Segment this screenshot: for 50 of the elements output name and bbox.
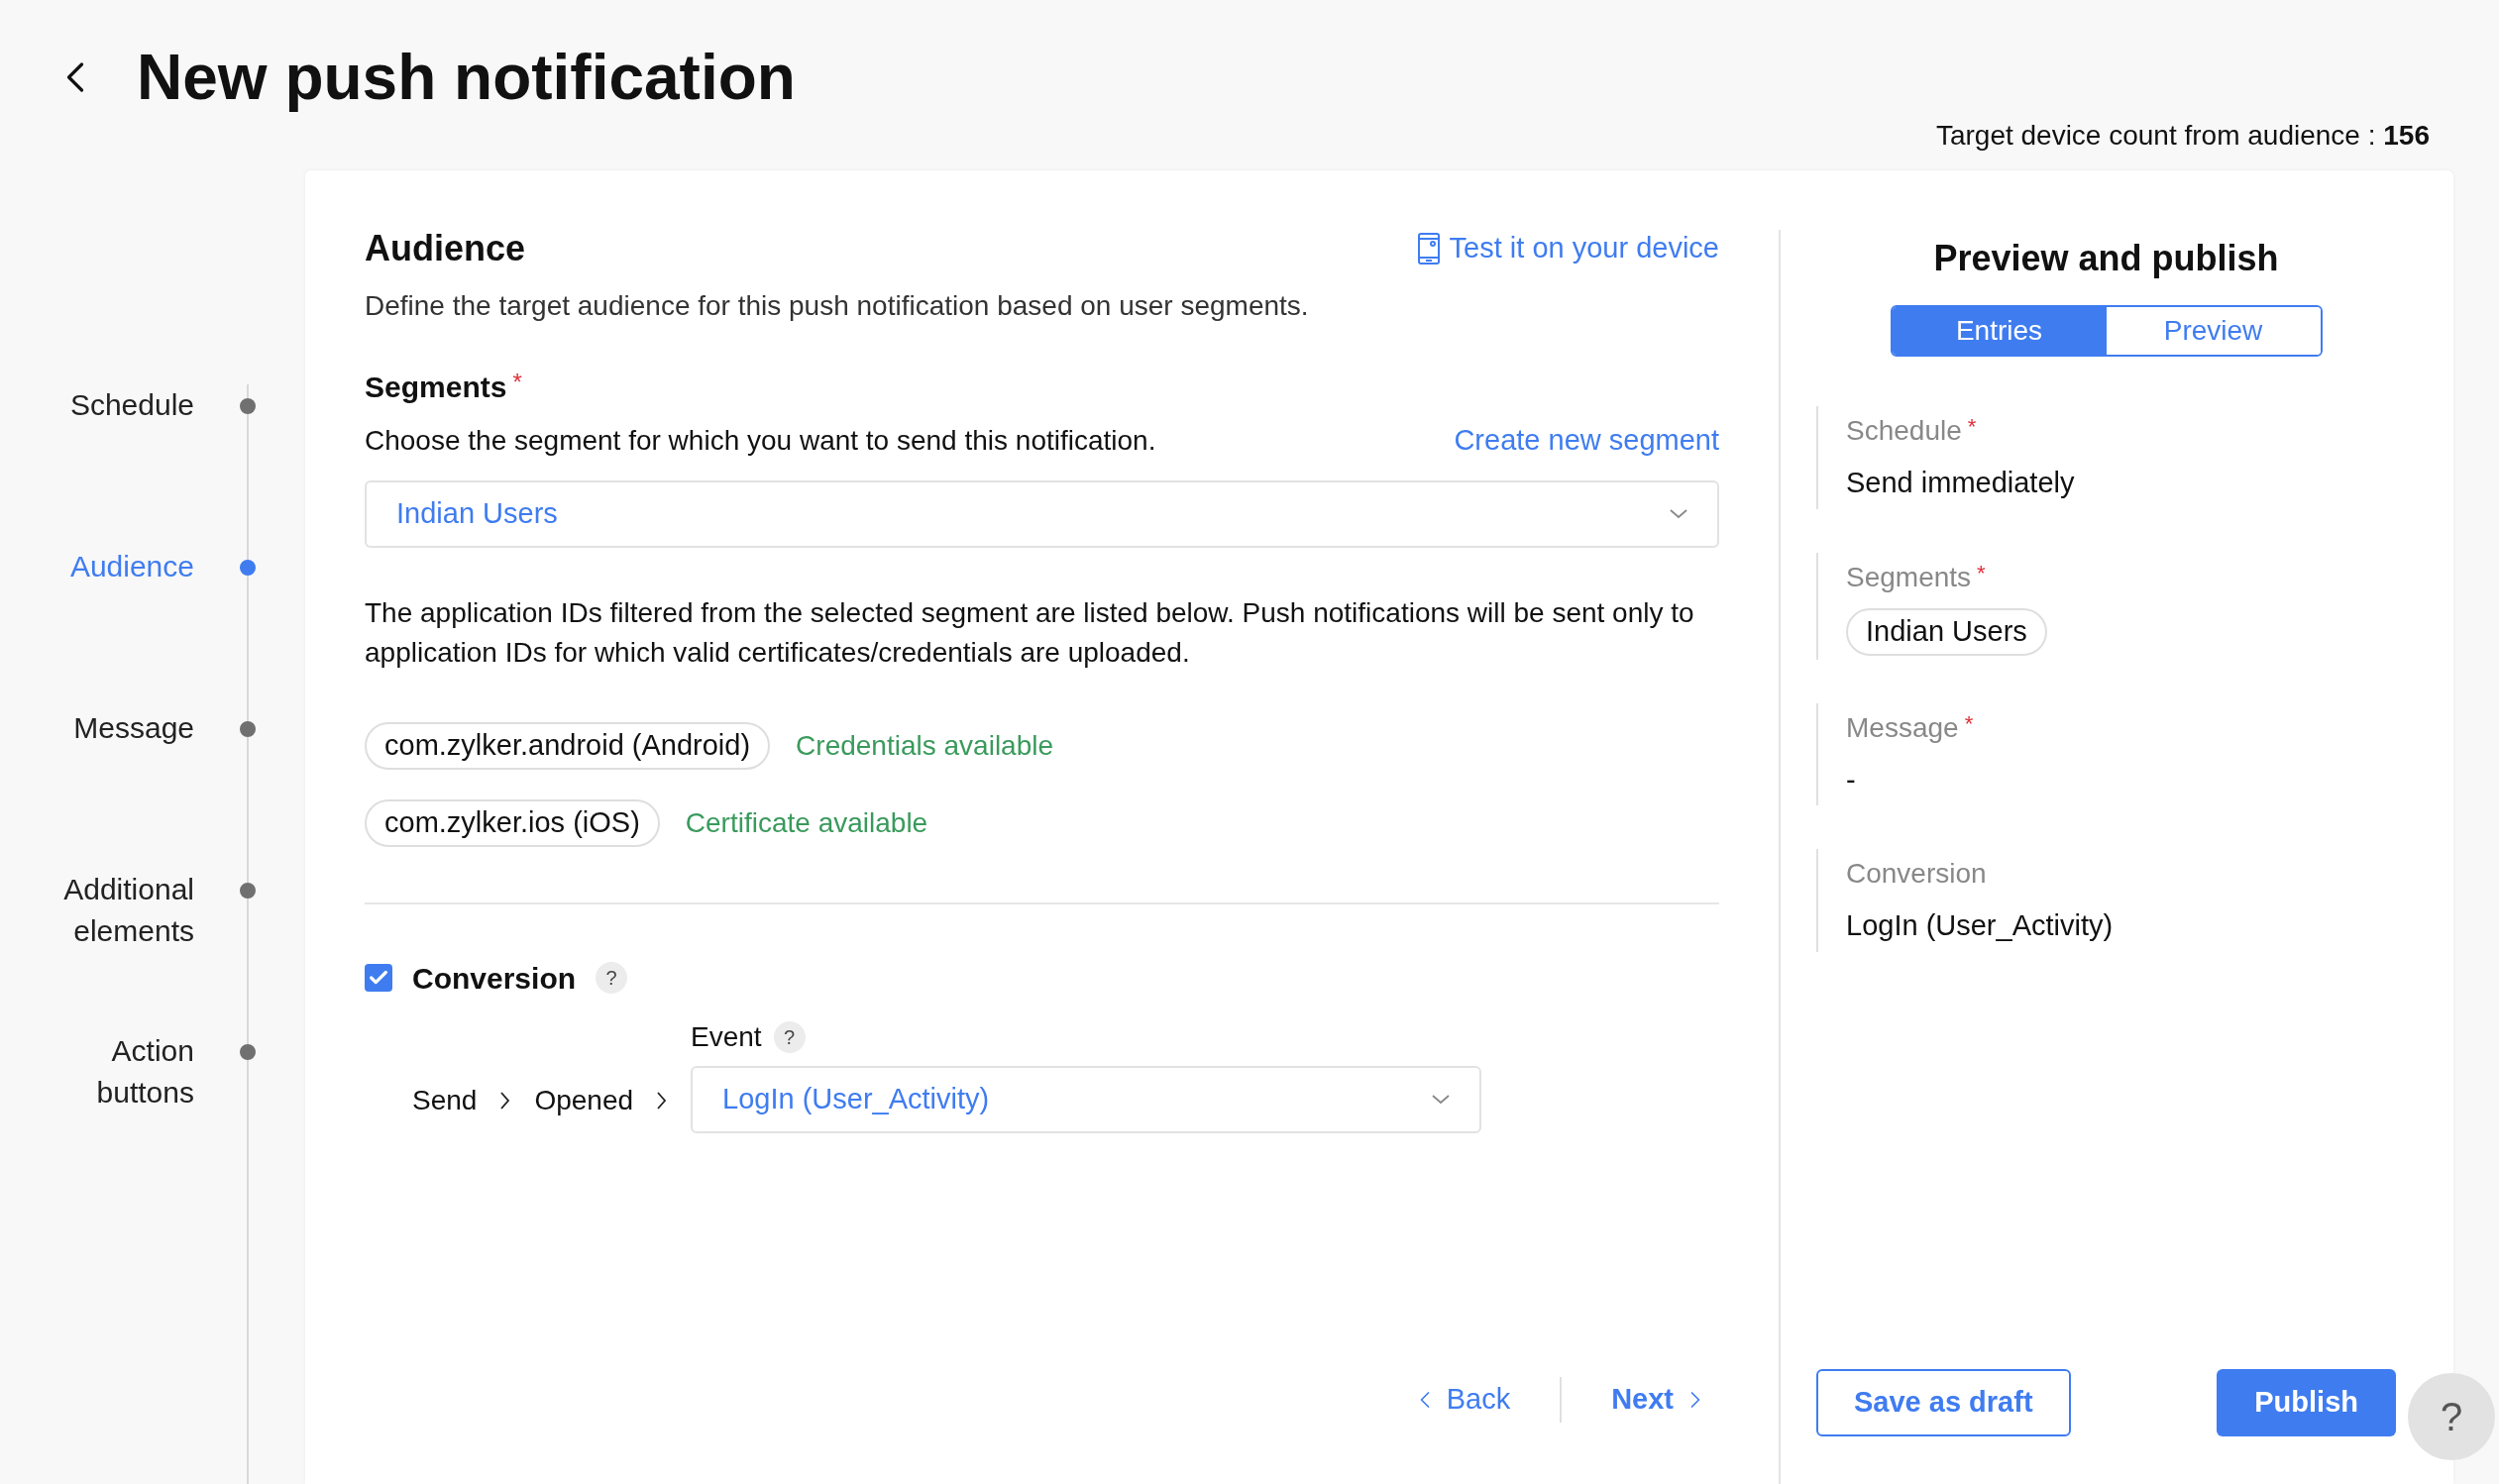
entry-value: LogIn (User_Activity) xyxy=(1846,908,2115,943)
flow-step: Send xyxy=(412,1079,478,1121)
required-mark: * xyxy=(1967,413,1977,441)
field-label: Segments xyxy=(365,370,507,405)
section-title: Audience xyxy=(365,227,526,270)
entry-value: Send immediately xyxy=(1846,466,2076,500)
app-id-chip: com.zylker.android (Android) xyxy=(365,721,771,770)
mobile-device-icon xyxy=(1417,233,1440,265)
view-tab[interactable]: Entries xyxy=(1892,307,2107,355)
field-label: Event xyxy=(691,1019,762,1054)
chevron-right-icon xyxy=(500,1091,511,1110)
step-label[interactable]: Message xyxy=(0,707,194,749)
step-label[interactable]: Audience xyxy=(0,546,194,587)
device-count-text: Target device count from audience : 156 xyxy=(1935,119,2430,153)
entry-label: Schedule xyxy=(1846,414,1962,448)
entry-label: Message xyxy=(1846,710,1959,745)
publish-button[interactable]: Publish xyxy=(2217,1369,2396,1436)
app-id-chip: com.zylker.ios (iOS) xyxy=(365,798,660,847)
required-mark: * xyxy=(1977,559,1986,587)
status-text: Certificate available xyxy=(685,805,928,840)
save-draft-button[interactable]: Save as draft xyxy=(1816,1369,2071,1436)
status-text: Credentials available xyxy=(796,728,1054,763)
segment-dropdown[interactable]: Indian Users xyxy=(365,479,1719,548)
step-label[interactable]: Additional elements xyxy=(0,869,194,952)
entry-label: Conversion xyxy=(1846,857,1987,891)
test-device-link[interactable]: Test it on your device xyxy=(1417,227,1719,270)
segment-chip: Indian Users xyxy=(1846,607,2047,656)
required-mark: * xyxy=(512,368,522,397)
help-icon[interactable]: ? xyxy=(773,1020,806,1053)
required-mark: * xyxy=(1964,709,1974,738)
step-label[interactable]: Action buttons xyxy=(0,1030,194,1113)
chevron-right-icon xyxy=(657,1091,668,1110)
next-button[interactable]: Next xyxy=(1601,1378,1719,1422)
create-segment-link[interactable]: Create new segment xyxy=(1454,419,1719,463)
help-button[interactable]: ? xyxy=(2408,1373,2495,1460)
entry-label: Segments xyxy=(1846,560,1972,594)
step-label[interactable]: Schedule xyxy=(0,384,194,426)
field-hint: Choose the segment for which you want to send this notification. xyxy=(365,423,1156,458)
entry-value: - xyxy=(1846,762,1857,797)
conversion-checkbox[interactable] xyxy=(365,964,392,992)
dropdown-caret-icon xyxy=(1432,1094,1451,1105)
event-dropdown[interactable]: LogIn (User_Activity) xyxy=(691,1065,1482,1133)
flow-step: Opened xyxy=(534,1079,634,1121)
panel-title: Preview and publish xyxy=(1932,237,2280,280)
back-button[interactable]: Back xyxy=(1400,1378,1521,1422)
section-description: Define the target audience for this push notification based on user segments. xyxy=(365,289,1310,323)
help-icon[interactable]: ? xyxy=(596,962,628,994)
checkbox-label: Conversion xyxy=(412,960,577,997)
info-text: The application IDs filtered from the selected segment are listed below. Push notifications will be sent only to application IDs for which valid certificates/credentials are uploaded. xyxy=(365,595,1695,670)
dropdown-caret-icon xyxy=(1670,508,1687,519)
